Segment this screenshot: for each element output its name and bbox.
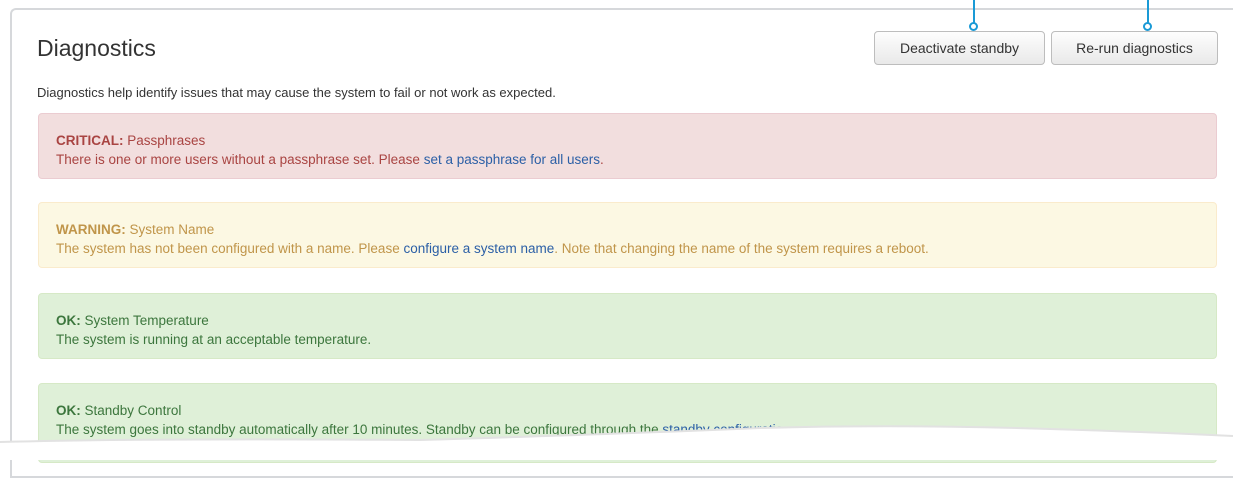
alert-name: Standby Control xyxy=(84,403,182,418)
alert-text: The system goes into standby automatical… xyxy=(56,422,663,437)
alert-name: System Temperature xyxy=(84,313,209,328)
alert-message: The system goes into standby automatical… xyxy=(56,420,1216,439)
alert-text-end: . xyxy=(790,422,795,437)
callout-line-deactivate xyxy=(973,0,975,24)
standby-configuration-link[interactable]: standby configuration xyxy=(662,422,790,437)
alert-name: Passphrases xyxy=(127,133,206,148)
alert-heading: CRITICAL: Passphrases xyxy=(56,131,1216,150)
alert-severity: OK: xyxy=(56,313,81,328)
alert-text: There is one or more users without a pas… xyxy=(56,152,424,167)
deactivate-standby-button[interactable]: Deactivate standby xyxy=(874,31,1045,65)
alert-heading: OK: System Temperature xyxy=(56,311,1216,330)
alert-heading: OK: Standby Control xyxy=(56,401,1216,420)
alert-warning-system-name: WARNING: System Name The system has not … xyxy=(38,202,1217,268)
rerun-diagnostics-button[interactable]: Re-run diagnostics xyxy=(1051,31,1218,65)
alert-text-end: . xyxy=(600,152,604,167)
alert-ok-standby-control: OK: Standby Control The system goes into… xyxy=(38,383,1217,463)
alert-text: The system is running at an acceptable t… xyxy=(56,332,372,347)
alert-name: System Name xyxy=(129,222,215,237)
alert-message: The system is running at an acceptable t… xyxy=(56,330,1216,349)
callout-marker-rerun xyxy=(1143,22,1152,31)
alert-severity: CRITICAL: xyxy=(56,133,124,148)
alert-message: The system has not been configured with … xyxy=(56,239,1216,258)
callout-line-rerun xyxy=(1147,0,1149,24)
alert-ok-system-temperature: OK: System Temperature The system is run… xyxy=(38,293,1217,359)
alert-heading: WARNING: System Name xyxy=(56,220,1216,239)
alert-severity: WARNING: xyxy=(56,222,126,237)
set-passphrase-link[interactable]: set a passphrase for all users xyxy=(424,152,600,167)
alert-severity: OK: xyxy=(56,403,81,418)
alert-critical-passphrases: CRITICAL: Passphrases There is one or mo… xyxy=(38,113,1217,179)
alert-text-end: . Note that changing the name of the sys… xyxy=(554,241,929,256)
page-description: Diagnostics help identify issues that ma… xyxy=(37,85,556,100)
page-title: Diagnostics xyxy=(37,35,156,61)
callout-marker-deactivate xyxy=(969,22,978,31)
alert-text: The system has not been configured with … xyxy=(56,241,404,256)
alert-message: There is one or more users without a pas… xyxy=(56,150,1216,169)
configure-system-name-link[interactable]: configure a system name xyxy=(403,241,554,256)
